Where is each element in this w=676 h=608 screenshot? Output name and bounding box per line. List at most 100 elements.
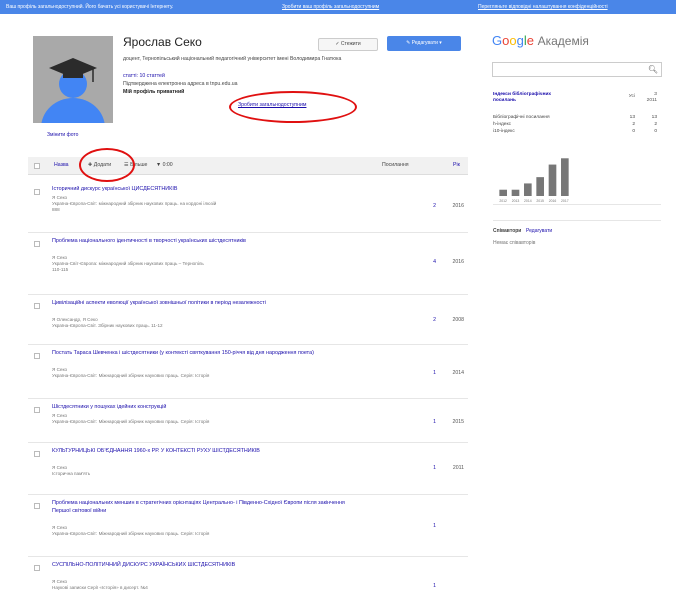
article-checkbox[interactable] <box>34 189 40 195</box>
article-checkbox[interactable] <box>34 241 40 247</box>
metric-label: Бібліографічні посилання <box>493 115 550 120</box>
list-item: СУСПІЛЬНО-ПОЛІТИЧНИЙ ДИСКУРС УКРАЇНСЬКИХ… <box>28 557 468 608</box>
article-year: 2014 <box>452 370 464 376</box>
google-scholar-logo[interactable]: Google Академія <box>492 33 589 48</box>
list-item: Цивілізаційні аспекти еволюції українськ… <box>28 295 468 345</box>
metrics-since-header: З 2011 <box>646 92 657 103</box>
article-title[interactable]: СУСПІЛЬНО-ПОЛІТИЧНИЙ ДИСКУРС УКРАЇНСЬКИХ… <box>52 562 352 570</box>
notification-bar: Ваш профіль загальнодоступний. Його бача… <box>0 0 676 14</box>
make-public-link[interactable]: Зробити ваш профіль загальнодоступним <box>282 4 379 10</box>
article-title[interactable]: КУЛЬТУРНИЦЬКІ ОБ'ЄДНАННЯ 1960-х РР. У КО… <box>52 448 352 456</box>
article-source-extra: 888 <box>52 207 60 212</box>
profile-link[interactable]: статтi: 10 статтей <box>123 73 165 79</box>
chart-bar <box>561 158 569 196</box>
coauthors-edit-link[interactable]: Редагувати <box>526 228 552 234</box>
highlight-ellipse <box>79 148 135 182</box>
article-source: Наукові записки Серії «Історія» в дисерт… <box>52 585 148 590</box>
logo-text: Академія <box>537 34 589 48</box>
article-source: Україна-Європа-Світ. Збірник наукових пр… <box>52 323 163 328</box>
article-title[interactable]: Історичний дискурс української ЦИСДЕСЯТН… <box>52 186 352 194</box>
profile-status: Мій профіль приватний <box>123 89 185 95</box>
logo-letter: o <box>509 33 517 48</box>
article-source: Україна-Європа-Світ: Міжнародний збірник… <box>52 531 210 536</box>
metric-since: 0 <box>654 129 657 134</box>
article-title[interactable]: Шістдесятники у пошуках ідейних конструк… <box>52 404 352 412</box>
chart-tick-label: 2013 <box>512 199 520 203</box>
article-cites[interactable]: 2 <box>420 203 436 209</box>
chart-tick-label: 2014 <box>524 199 532 203</box>
follow-button[interactable]: ✓ Стежити <box>318 38 378 51</box>
article-cites[interactable]: 1 <box>420 419 436 425</box>
chart-tick-label: 2017 <box>561 199 569 203</box>
article-cites[interactable]: 4 <box>420 259 436 265</box>
article-title[interactable]: Проблема національних меншин в стратегіч… <box>52 500 352 515</box>
metrics-row: h-індекс 2 2 <box>493 122 661 129</box>
article-year: 2016 <box>452 203 464 209</box>
citations-bar-chart: 2012 2013 2014 2015 2016 2017 <box>499 158 569 203</box>
sort-by-year[interactable]: Рік <box>453 162 460 168</box>
sort-by-cited[interactable]: Посилання <box>382 162 409 168</box>
metric-since: 2 <box>654 122 657 127</box>
metrics-title[interactable]: Індекси бібліографічних посилань <box>493 92 573 104</box>
metrics-row: i10-індекс 0 0 <box>493 129 661 136</box>
logo-letter: G <box>492 33 503 48</box>
metric-all: 13 <box>629 115 635 120</box>
select-all-checkbox[interactable] <box>34 163 40 169</box>
verified-email: Підтверджена електронна адреса в tnpu.ed… <box>123 81 238 87</box>
article-year: 2011 <box>452 465 464 471</box>
chart-bar <box>511 189 520 196</box>
privacy-settings-link[interactable]: Перегляньте відповідні налаштування конф… <box>478 4 608 10</box>
article-year: 2015 <box>452 419 464 425</box>
article-checkbox[interactable] <box>34 503 40 509</box>
notice-text: Ваш профіль загальнодоступний. Його бача… <box>6 4 174 10</box>
list-item: Постать Тараса Шевченка і шістдесятники … <box>28 345 468 399</box>
metric-since: 13 <box>651 115 657 120</box>
sort-dropdown[interactable]: ▼ 0:00 <box>156 162 173 168</box>
article-year: 2016 <box>452 259 464 265</box>
sort-by-title[interactable]: Назва <box>54 162 69 168</box>
avatar[interactable] <box>33 36 113 123</box>
list-item: КУЛЬТУРНИЦЬКІ ОБ'ЄДНАННЯ 1960-х РР. У КО… <box>28 443 468 495</box>
article-source-extra: 110-115 <box>52 267 69 272</box>
search-icon[interactable]: 🔍︎ <box>648 65 658 74</box>
affiliation: доцент, Тернопільський національний педа… <box>123 56 342 62</box>
article-checkbox[interactable] <box>34 303 40 309</box>
graduate-avatar-icon <box>33 36 113 123</box>
metrics-all-header: Усі <box>628 94 635 99</box>
chart-bar <box>499 189 507 196</box>
article-title[interactable]: Постать Тараса Шевченка і шістдесятники … <box>52 350 352 358</box>
list-item: Проблема національного ідентичності в тв… <box>28 233 468 295</box>
article-cites[interactable]: 1 <box>420 465 436 471</box>
article-cites[interactable]: 1 <box>420 583 436 589</box>
highlight-ellipse <box>229 91 357 123</box>
article-checkbox[interactable] <box>34 407 40 413</box>
change-photo-link[interactable]: Змінити фото <box>47 132 78 138</box>
article-cites[interactable]: 1 <box>420 370 436 376</box>
article-title[interactable]: Проблема національного ідентичності в тв… <box>52 238 352 246</box>
article-source: Історична пам'ять <box>52 471 91 476</box>
chart-bar <box>548 164 557 196</box>
edit-button[interactable]: ✎ Редагувати ▾ <box>387 36 461 51</box>
chart-bar <box>524 183 532 196</box>
coauthors-label: Співавтори <box>493 228 522 234</box>
metric-all: 2 <box>632 122 635 127</box>
divider <box>493 220 661 221</box>
metric-label: h-індекс <box>493 122 511 127</box>
metrics-row: Бібліографічні посилання 13 13 <box>493 115 661 122</box>
article-source: Україна-Європа-Світ: Міжнародний збірник… <box>52 419 210 424</box>
article-checkbox[interactable] <box>34 451 40 457</box>
logo-letter: g <box>516 33 524 48</box>
article-cites[interactable]: 2 <box>420 317 436 323</box>
article-title[interactable]: Цивілізаційні аспекти еволюції українськ… <box>52 300 352 308</box>
logo-letter: e <box>526 33 534 48</box>
metrics-table: Бібліографічні посилання 13 13 h-індекс … <box>493 115 661 136</box>
metric-all: 0 <box>632 129 635 134</box>
article-cites[interactable]: 1 <box>420 523 436 529</box>
article-checkbox[interactable] <box>34 565 40 571</box>
search-input[interactable]: 🔍︎ <box>492 62 662 77</box>
chart-bar <box>536 177 544 196</box>
article-year: 2008 <box>452 317 464 323</box>
metric-label: i10-індекс <box>493 129 515 134</box>
chart-tick-label: 2012 <box>499 199 507 203</box>
article-checkbox[interactable] <box>34 353 40 359</box>
